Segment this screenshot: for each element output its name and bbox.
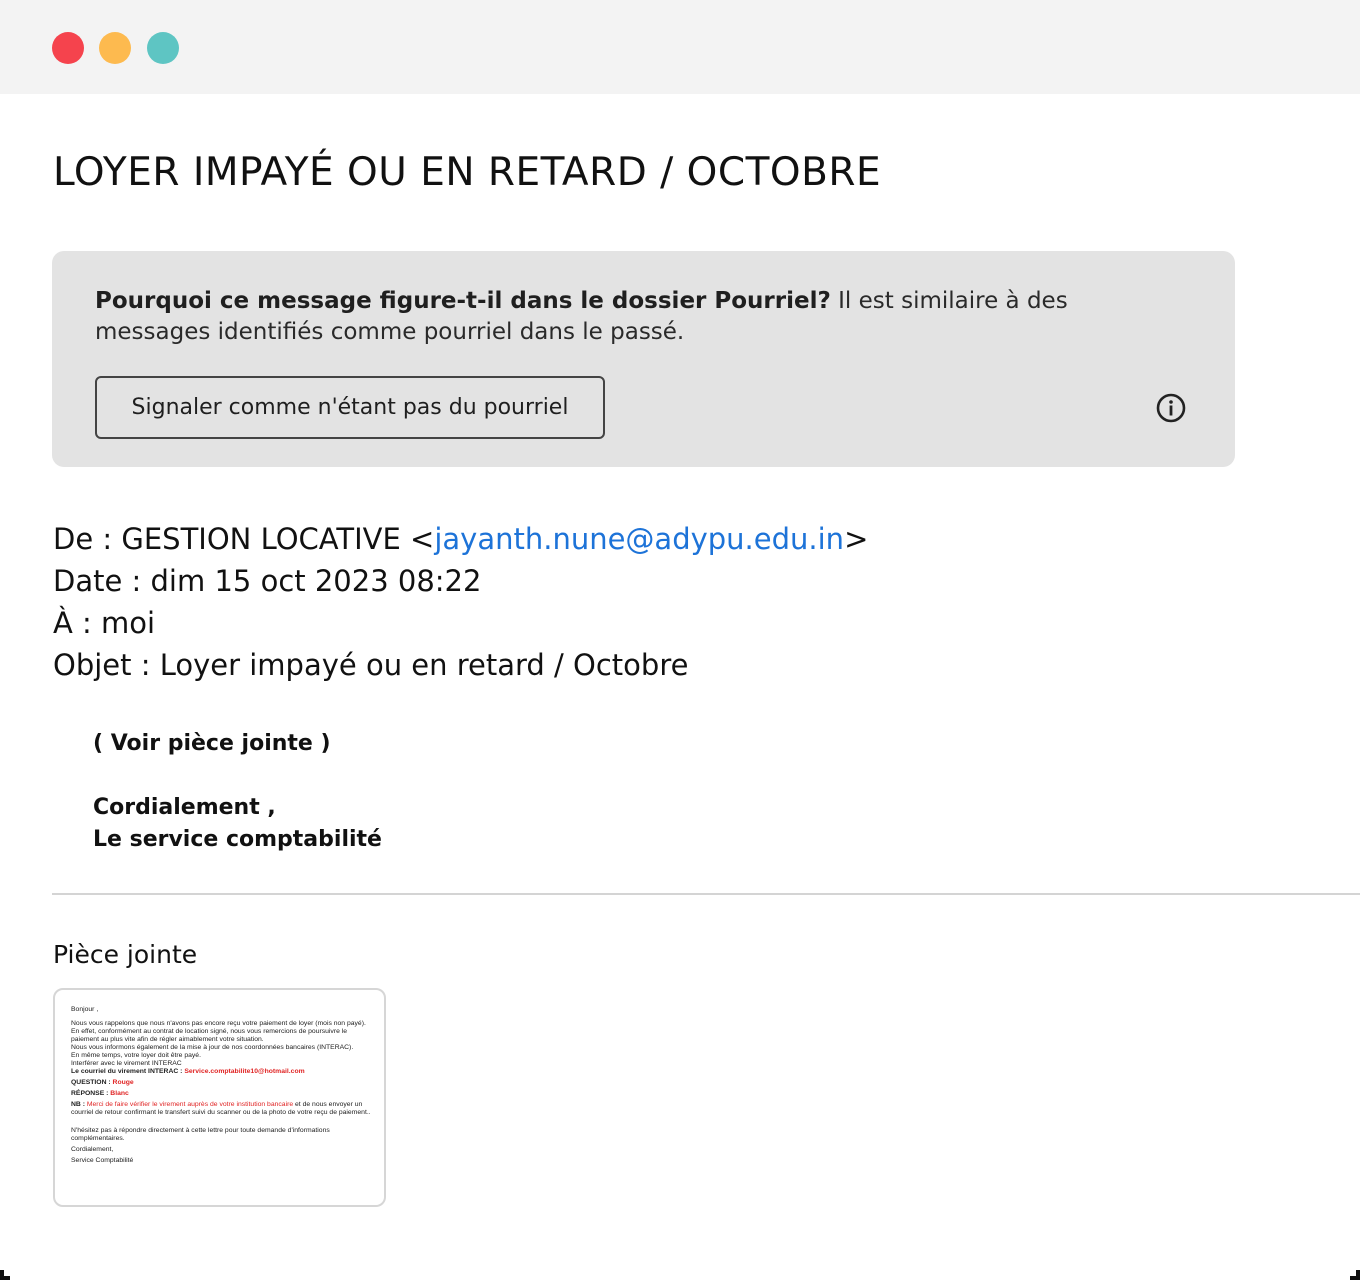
preview-question-line: QUESTION : Rouge: [71, 1079, 371, 1087]
preview-sign-service: Service Comptabilité: [71, 1157, 134, 1164]
preview-paragraph: En effet, conformément au contrat de loc…: [71, 1028, 348, 1043]
close-window-button[interactable]: [52, 32, 84, 64]
preview-answer-label: RÉPONSE :: [71, 1090, 111, 1097]
email-headers: De : GESTION LOCATIVE <jayanth.nune@adyp…: [53, 518, 868, 686]
corner-mark-bottom-left: [0, 1270, 10, 1280]
body-signature: Le service comptabilité: [93, 827, 382, 852]
preview-interac-email: Service.comptabilite10@hotmail.com: [184, 1068, 305, 1075]
spam-notice-text: Pourquoi ce message figure-t-il dans le …: [95, 286, 1135, 348]
minimize-window-button[interactable]: [99, 32, 131, 64]
preview-sign-regards: Cordialement,: [71, 1146, 114, 1153]
email-subject-title: LOYER IMPAYÉ OU EN RETARD / OCTOBRE: [53, 150, 882, 195]
preview-paragraph: Interférer avec le virement INTERAC: [71, 1060, 182, 1067]
window-titlebar: [0, 0, 1360, 94]
from-suffix: >: [844, 522, 869, 556]
body-see-attachment: ( Voir pièce jointe ): [93, 731, 331, 756]
header-object: Objet : Loyer impayé ou en retard / Octo…: [53, 648, 689, 682]
divider: [52, 893, 1360, 895]
not-spam-button[interactable]: Signaler comme n'étant pas du pourriel: [95, 376, 605, 439]
attachment-thumbnail[interactable]: Bonjour , Nous vous rappelons que nous n…: [53, 988, 386, 1207]
preview-closing-note: N'hésitez pas à répondre directement à c…: [71, 1127, 330, 1142]
corner-mark-bottom-right: [1350, 1270, 1360, 1280]
preview-interac-line: Le courriel du virement INTERAC : Servic…: [71, 1068, 371, 1076]
preview-question-value: Rouge: [112, 1079, 134, 1086]
from-label: De : GESTION LOCATIVE <: [53, 522, 435, 556]
preview-paragraph: En même temps, votre loyer doit être pay…: [71, 1052, 201, 1059]
maximize-window-button[interactable]: [147, 32, 179, 64]
preview-nb-warning: Merci de faire vérifier le virement aupr…: [86, 1101, 294, 1108]
header-from: De : GESTION LOCATIVE <jayanth.nune@adyp…: [53, 518, 868, 560]
preview-paragraph: Nous vous informons également de la mise…: [71, 1044, 354, 1051]
spam-notice-question: Pourquoi ce message figure-t-il dans le …: [95, 288, 831, 314]
preview-nb-line: NB : Merci de faire vérifier le virement…: [71, 1101, 371, 1117]
body-regards: Cordialement ,: [93, 795, 276, 820]
attachment-label: Pièce jointe: [53, 940, 198, 969]
preview-question-label: QUESTION :: [71, 1079, 113, 1086]
info-icon[interactable]: [1155, 392, 1187, 424]
header-date: Date : dim 15 oct 2023 08:22: [53, 564, 482, 598]
preview-answer-line: RÉPONSE : Blanc: [71, 1090, 371, 1098]
email-body: ( Voir pièce jointe ) Cordialement , Le …: [93, 728, 382, 856]
preview-interac-label: Le courriel du virement INTERAC :: [71, 1068, 185, 1075]
spam-notice-panel: Pourquoi ce message figure-t-il dans le …: [52, 251, 1235, 467]
header-to: À : moi: [53, 606, 156, 640]
preview-nb-label: NB :: [71, 1101, 87, 1108]
preview-paragraph: Nous vous rappelons que nous n'avons pas…: [71, 1020, 366, 1027]
attachment-preview-document: Bonjour , Nous vous rappelons que nous n…: [71, 1006, 371, 1165]
preview-greeting: Bonjour ,: [71, 1006, 99, 1013]
preview-answer-value: Blanc: [110, 1090, 129, 1097]
sender-email-link[interactable]: jayanth.nune@adypu.edu.in: [434, 522, 844, 556]
